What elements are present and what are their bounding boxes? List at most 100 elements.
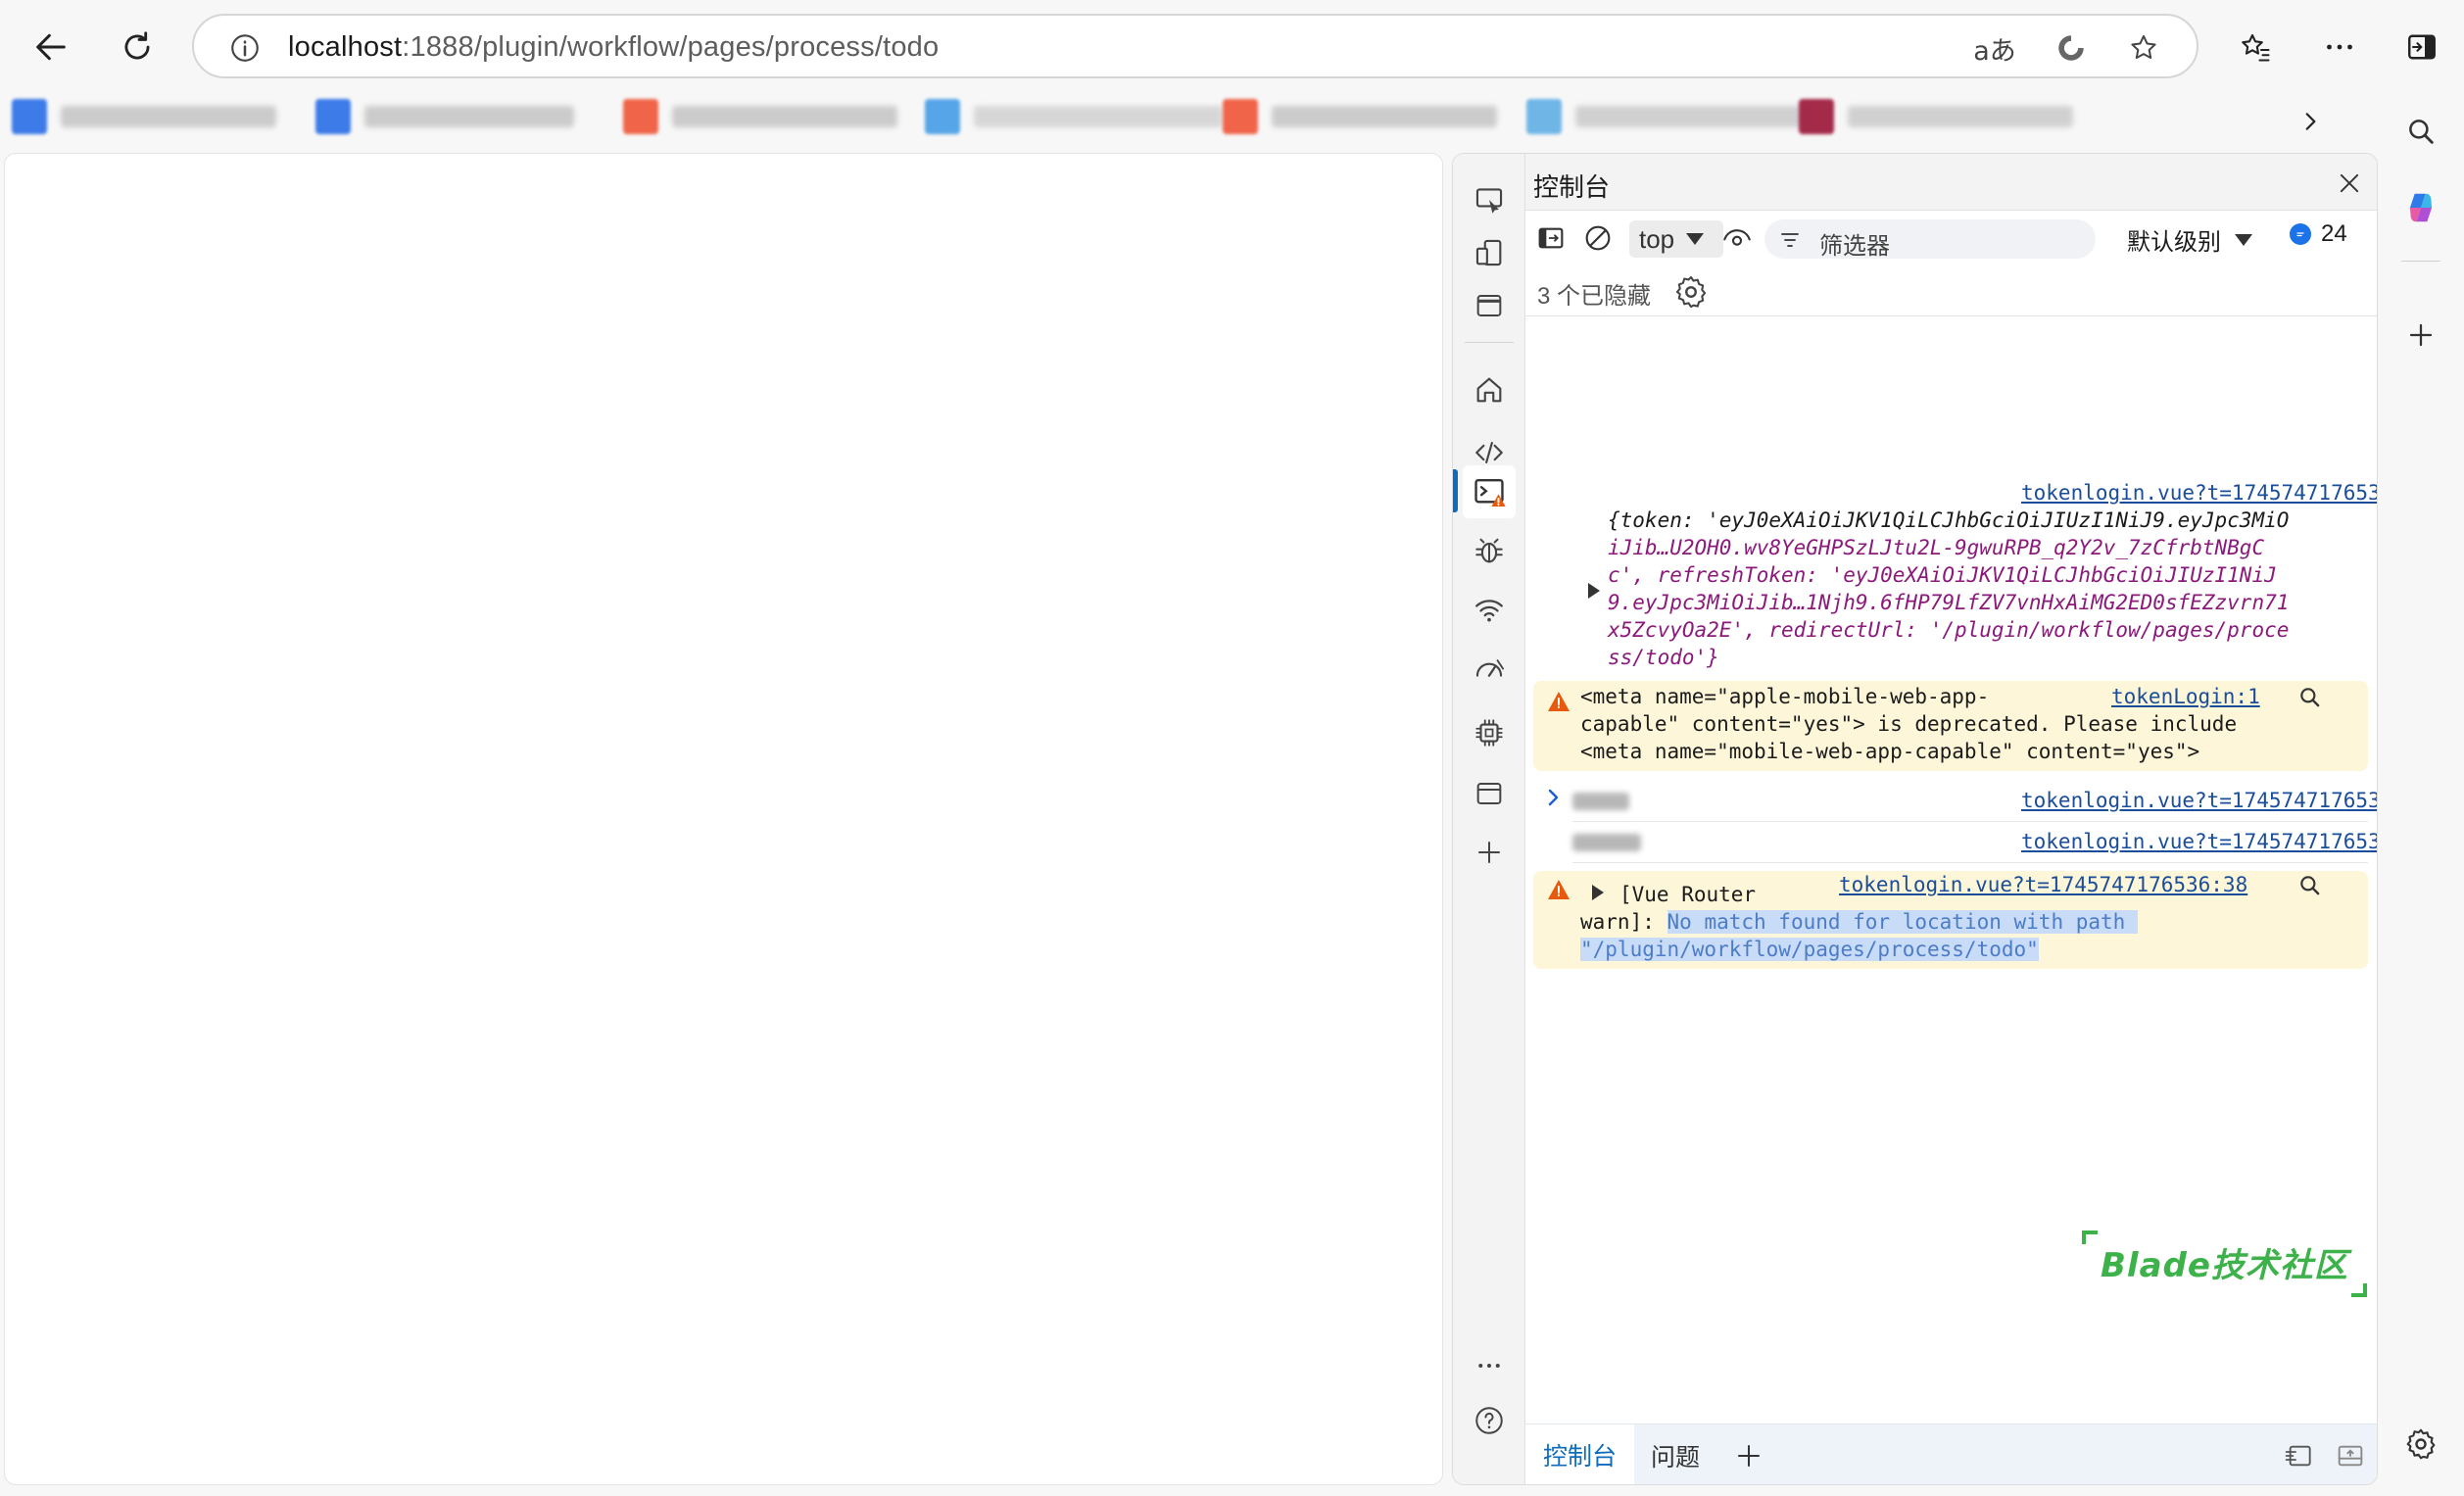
sidebar-add-button[interactable]	[2393, 308, 2448, 362]
warning-text-line: [Vue Router	[1619, 883, 1757, 906]
favorite-item[interactable]	[12, 98, 276, 135]
chevron-down-icon	[2235, 233, 2252, 246]
console-warning-icon	[1474, 478, 1506, 507]
favorite-favicon-icon	[1799, 99, 1834, 134]
application-tool-button[interactable]	[1463, 767, 1516, 820]
console-tool-button[interactable]	[1463, 465, 1516, 518]
selected-text: No match found for location with path	[1667, 910, 2138, 934]
js-context-value: top	[1639, 223, 1675, 254]
source-link[interactable]: tokenLogin:1	[2111, 685, 2260, 708]
clear-ban-icon	[1585, 225, 1611, 251]
drawer-tab-console[interactable]: 控制台	[1525, 1424, 1635, 1484]
blurred-log-text	[1572, 793, 1629, 810]
more-tools-button[interactable]	[1463, 826, 1516, 879]
show-sidebar-button[interactable]	[1531, 220, 1570, 256]
favorites-list-icon	[2242, 33, 2270, 62]
browser-toolbar: localhost:1888/plugin/workflow/pages/pro…	[0, 0, 2464, 94]
favorite-item[interactable]	[1799, 98, 2073, 135]
memory-tool-button[interactable]	[1463, 706, 1516, 759]
sidebar-panel-icon	[1538, 227, 1564, 249]
chip-icon	[1475, 719, 1503, 747]
devtools-more-options-button[interactable]	[1463, 1339, 1516, 1392]
plus-icon	[1738, 1445, 1760, 1467]
favorites-overflow-chevron-icon[interactable]	[2291, 102, 2330, 141]
chevron-down-icon	[1686, 233, 1705, 245]
favorite-item[interactable]	[623, 98, 897, 135]
favorite-favicon-icon	[623, 99, 658, 134]
back-button[interactable]	[20, 16, 82, 78]
object-preview-line: 9.eyJpc3MiOiJib…1Njh9.6fHP79LfZV7vnHxAiM…	[1608, 591, 2290, 614]
more-dots-icon	[2327, 44, 2352, 50]
drawer-actions	[2283, 1440, 2367, 1472]
url-text[interactable]: localhost:1888/plugin/workflow/pages/pro…	[288, 31, 939, 64]
gauge-icon	[1475, 659, 1505, 677]
drawer-add-tab-button[interactable]	[1729, 1424, 1768, 1484]
refresh-icon	[124, 31, 150, 60]
favorite-item[interactable]	[315, 98, 574, 135]
search-issue-icon[interactable]	[2297, 873, 2323, 898]
address-bar[interactable]: localhost:1888/plugin/workflow/pages/pro…	[192, 14, 2198, 78]
source-link[interactable]: tokenlogin.vue?t=1745747176536:38	[1839, 873, 2247, 896]
network-tool-button[interactable]	[1463, 583, 1516, 636]
js-context-select[interactable]: top	[1629, 220, 1723, 258]
source-link[interactable]: tokenlogin.vue?t=1745747176536:19	[2021, 481, 2377, 505]
application-window-icon	[1476, 783, 1502, 804]
eye-icon	[1723, 229, 1751, 246]
favorite-item[interactable]	[1223, 98, 1497, 135]
live-expression-button[interactable]	[1717, 220, 1757, 256]
more-menu-button[interactable]	[2308, 16, 2371, 78]
warning-message: <meta name="apple-mobile-web-app- tokenL…	[1533, 681, 2368, 771]
console-filter-input[interactable]: 筛选器	[1764, 219, 2096, 260]
message-bubble-icon	[2290, 223, 2311, 245]
expand-triangle-icon[interactable]	[1588, 583, 1600, 599]
favorites-bar	[0, 94, 2410, 139]
read-aloud-icon[interactable]: aあ	[1971, 24, 2018, 72]
device-icon	[1475, 239, 1502, 266]
dock-to-top-icon[interactable]	[2334, 1440, 2367, 1472]
performance-tool-button[interactable]	[1463, 644, 1516, 697]
device-emulation-button[interactable]	[1463, 226, 1516, 279]
object-preview-line: iJib…U2OH0.wv8YeGHPSzLJtu2L-9gwuRPB_q2Y2…	[1608, 536, 2265, 559]
favorite-favicon-icon	[315, 99, 351, 134]
dock-window-button[interactable]	[1463, 279, 1516, 332]
quick-view-icon[interactable]	[2283, 1440, 2316, 1472]
sidebar-toggle-button[interactable]	[2391, 16, 2453, 78]
devtools-help-button[interactable]	[1463, 1394, 1516, 1447]
console-prompt[interactable]	[1543, 785, 1565, 810]
site-info-icon[interactable]	[221, 24, 268, 72]
refresh-button[interactable]	[106, 16, 169, 78]
warning-text-line: capable" content="yes"> is deprecated. P…	[1580, 712, 2238, 736]
sidebar-settings-button[interactable]	[2393, 1417, 2448, 1472]
drawer-tab-issues[interactable]: 问题	[1635, 1424, 1715, 1484]
favorite-star-icon[interactable]	[2120, 24, 2167, 72]
message-count-badge[interactable]: 24	[2290, 220, 2347, 248]
edge-refresh-extension-icon[interactable]	[2048, 24, 2095, 72]
source-link[interactable]: tokenlogin.vue?t=1745747176536:37	[2021, 830, 2377, 853]
favorite-item[interactable]	[925, 98, 1223, 135]
sidebar-copilot-button[interactable]	[2393, 180, 2448, 235]
favorites-button[interactable]	[2224, 16, 2287, 78]
source-link[interactable]: tokenlogin.vue?t=1745747176536:35	[2021, 789, 2377, 812]
inspect-element-button[interactable]	[1463, 173, 1516, 226]
welcome-tool-button[interactable]	[1463, 363, 1516, 416]
filter-icon	[1781, 233, 1799, 247]
favorite-item[interactable]	[1526, 98, 1811, 135]
warning-text-line: <meta name="mobile-web-app-capable" cont…	[1580, 740, 2200, 763]
page-viewport[interactable]	[4, 153, 1443, 1485]
console-settings-button[interactable]	[1672, 273, 1710, 311]
copilot-icon	[2409, 193, 2433, 222]
favorite-favicon-icon	[1526, 99, 1562, 134]
log-level-select[interactable]: 默认级别	[2127, 222, 2252, 257]
sidebar-search-button[interactable]	[2393, 104, 2448, 159]
favorite-favicon-icon	[12, 99, 47, 134]
expand-triangle-icon[interactable]	[1592, 885, 1604, 900]
warning-triangle-icon	[1548, 692, 1570, 711]
hidden-messages-row: 3 个已隐藏	[1525, 265, 2377, 316]
object-preview-line: c', refreshToken: 'eyJ0eXAiOiJKV1QiLCJhb…	[1608, 563, 2277, 587]
clear-console-button[interactable]	[1578, 220, 1618, 256]
search-issue-icon[interactable]	[2297, 685, 2323, 710]
devtools-close-button[interactable]	[2330, 164, 2369, 203]
sources-debugger-button[interactable]	[1463, 524, 1516, 577]
plus-icon	[1478, 842, 1500, 863]
favorite-favicon-icon	[1223, 99, 1258, 134]
